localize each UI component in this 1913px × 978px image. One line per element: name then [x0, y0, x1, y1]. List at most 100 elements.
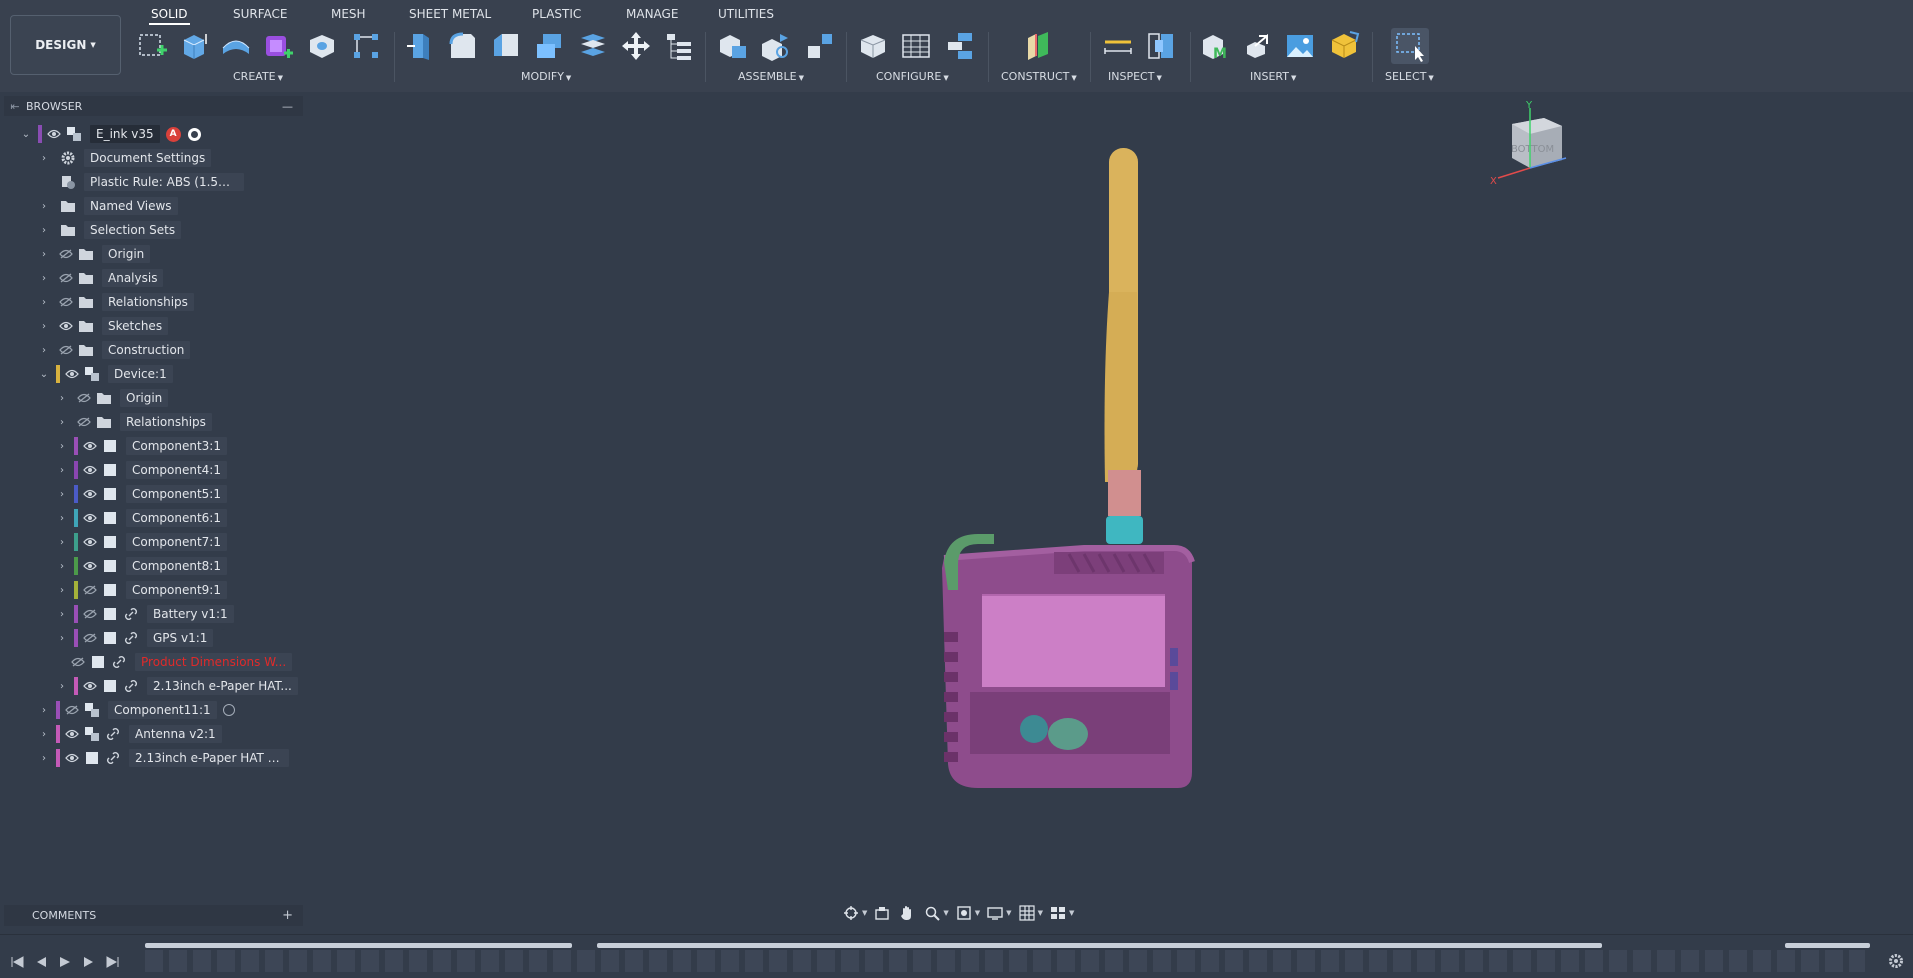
- change-parameters-icon[interactable]: [663, 30, 695, 62]
- browser-item-component11[interactable]: › Component11:1: [38, 700, 235, 720]
- eye-icon[interactable]: [81, 484, 99, 504]
- move-copy-icon[interactable]: [620, 30, 652, 62]
- eye-icon[interactable]: [63, 364, 81, 384]
- go-to-end-icon[interactable]: [104, 953, 122, 971]
- eye-icon[interactable]: [81, 460, 99, 480]
- warning-badge[interactable]: A: [165, 126, 181, 142]
- browser-item-antenna[interactable]: › Antenna v2:1: [38, 724, 222, 744]
- chevron-down-icon[interactable]: ▼: [943, 909, 948, 917]
- browser-item-product-dimensions[interactable]: Product Dimensions W...: [66, 652, 293, 672]
- browser-item-sketches[interactable]: › Sketches: [38, 316, 169, 336]
- antenna-joint[interactable]: [1108, 470, 1141, 516]
- select-icon[interactable]: [1391, 28, 1429, 64]
- joint-icon[interactable]: [760, 30, 792, 62]
- browser-item-battery[interactable]: › Battery v1:1: [56, 604, 234, 624]
- chevron-right-icon[interactable]: ›: [56, 508, 68, 528]
- browser-item-device[interactable]: ⌄ Device:1: [38, 364, 173, 384]
- chevron-right-icon[interactable]: ›: [56, 532, 68, 552]
- browser-item-relationships[interactable]: › Relationships: [38, 292, 194, 312]
- insert-mesh-icon[interactable]: [1328, 30, 1360, 62]
- as-built-joint-icon[interactable]: [804, 30, 836, 62]
- antenna-connector[interactable]: [1106, 516, 1143, 544]
- device-housing[interactable]: [942, 534, 1195, 788]
- browser-item-named-views[interactable]: › Named Views: [38, 196, 178, 216]
- play-icon[interactable]: [56, 953, 74, 971]
- timeline-range-bar[interactable]: [145, 943, 572, 948]
- browser-item-selection-sets[interactable]: › Selection Sets: [38, 220, 182, 240]
- tab-mesh[interactable]: MESH: [329, 7, 368, 25]
- chevron-right-icon[interactable]: ›: [56, 676, 68, 696]
- chevron-down-icon[interactable]: ▼: [975, 909, 980, 917]
- browser-item-document-settings[interactable]: › Document Settings: [38, 148, 212, 168]
- workspace-switcher[interactable]: DESIGN ▼: [10, 15, 121, 75]
- eye-hidden-icon[interactable]: [57, 340, 75, 360]
- grid-icon[interactable]: [1016, 902, 1038, 924]
- eye-hidden-icon[interactable]: [81, 628, 99, 648]
- configure-design-icon[interactable]: [857, 30, 889, 62]
- configuration-table-icon[interactable]: [900, 30, 932, 62]
- fit-icon[interactable]: [953, 902, 975, 924]
- chevron-right-icon[interactable]: ›: [38, 292, 50, 312]
- activate-radio-icon[interactable]: [222, 704, 235, 716]
- collapse-panel-icon[interactable]: ⇤: [4, 100, 26, 113]
- browser-item-construction[interactable]: › Construction: [38, 340, 191, 360]
- tab-solid[interactable]: SOLID: [149, 7, 190, 25]
- tab-utilities[interactable]: UTILITIES: [716, 7, 776, 25]
- eye-icon[interactable]: [63, 724, 81, 744]
- chevron-down-icon[interactable]: ▼: [1006, 909, 1011, 917]
- display-settings-icon[interactable]: [984, 902, 1006, 924]
- chevron-right-icon[interactable]: ›: [56, 436, 68, 456]
- browser-header[interactable]: ⇤ BROWSER —: [4, 96, 303, 116]
- chevron-down-icon[interactable]: ⌄: [38, 364, 50, 384]
- timeline-range-bar[interactable]: [1785, 943, 1870, 948]
- tab-surface[interactable]: SURFACE: [231, 7, 290, 25]
- inspect-menu[interactable]: INSPECT ▼: [1108, 70, 1162, 83]
- split-body-icon[interactable]: [577, 30, 609, 62]
- select-menu[interactable]: SELECT ▼: [1385, 70, 1434, 83]
- browser-item-component3[interactable]: › Component3:1: [56, 436, 227, 456]
- eye-icon[interactable]: [81, 676, 99, 696]
- eye-hidden-icon[interactable]: [75, 388, 93, 408]
- antenna-model[interactable]: [1104, 148, 1144, 544]
- chevron-right-icon[interactable]: ›: [38, 196, 50, 216]
- insert-mcmaster-icon[interactable]: M: [1199, 30, 1231, 62]
- browser-item-component5[interactable]: › Component5:1: [56, 484, 227, 504]
- eye-icon[interactable]: [63, 748, 81, 768]
- browser-item-gps[interactable]: › GPS v1:1: [56, 628, 214, 648]
- look-at-icon[interactable]: [871, 902, 893, 924]
- chevron-right-icon[interactable]: ›: [56, 604, 68, 624]
- create-sketch-icon[interactable]: [137, 30, 169, 62]
- browser-item-component6[interactable]: › Component6:1: [56, 508, 227, 528]
- eye-hidden-icon[interactable]: [81, 604, 99, 624]
- timeline-settings-gear-icon[interactable]: [1887, 952, 1905, 970]
- measure-icon[interactable]: [1102, 30, 1134, 62]
- active-dot-icon[interactable]: [187, 127, 201, 141]
- chevron-right-icon[interactable]: ›: [56, 556, 68, 576]
- teal-part[interactable]: [1048, 718, 1088, 750]
- browser-item-device-origin[interactable]: › Origin: [56, 388, 169, 408]
- fillet-icon[interactable]: [447, 30, 479, 62]
- chevron-right-icon[interactable]: ›: [56, 412, 68, 432]
- eye-hidden-icon[interactable]: [57, 244, 75, 264]
- browser-item-device-relationships[interactable]: › Relationships: [56, 412, 212, 432]
- minimize-icon[interactable]: —: [282, 100, 293, 113]
- chevron-down-icon[interactable]: ▼: [1069, 909, 1074, 917]
- 3d-viewport[interactable]: BOTTOM Y X: [304, 92, 1913, 934]
- chevron-down-icon[interactable]: ▼: [862, 909, 867, 917]
- browser-root[interactable]: ⌄ E_ink v35 A: [20, 124, 201, 144]
- insert-derive-icon[interactable]: [1241, 30, 1273, 62]
- modify-menu[interactable]: MODIFY ▼: [521, 70, 571, 83]
- viewcube[interactable]: BOTTOM Y X: [1490, 100, 1567, 187]
- browser-item-component8[interactable]: › Component8:1: [56, 556, 227, 576]
- create-form-icon[interactable]: [262, 30, 294, 62]
- chevron-down-icon[interactable]: ⌄: [20, 124, 32, 144]
- eye-icon[interactable]: [45, 124, 63, 144]
- orbit-icon[interactable]: [840, 902, 862, 924]
- insert-canvas-icon[interactable]: [1284, 30, 1316, 62]
- interference-icon[interactable]: [1145, 30, 1177, 62]
- chevron-right-icon[interactable]: ›: [38, 316, 50, 336]
- eye-hidden-icon[interactable]: [81, 580, 99, 600]
- browser-item-plastic-rule[interactable]: Plastic Rule: ABS (1.5mm): [38, 172, 244, 192]
- configuration-rules-icon[interactable]: [944, 30, 976, 62]
- chevron-right-icon[interactable]: ›: [38, 724, 50, 744]
